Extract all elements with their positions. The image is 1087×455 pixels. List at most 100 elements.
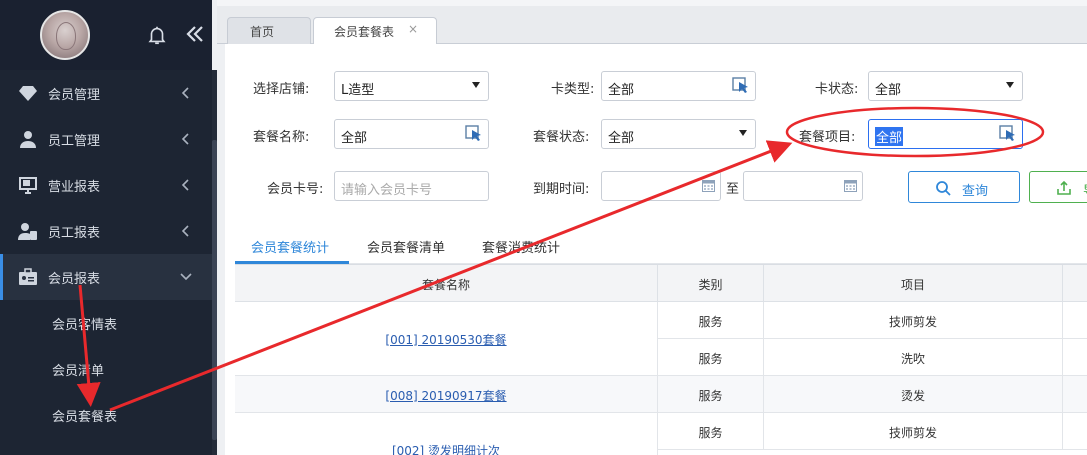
export-icon: [1057, 180, 1071, 195]
cell-text: 服务: [698, 315, 723, 329]
sidebar-subitem-label: 会员客情表: [52, 318, 118, 333]
sidebar-scrollbar-thumb[interactable]: [212, 140, 217, 440]
picker-icon[interactable]: [999, 125, 1017, 143]
package-link[interactable]: [001] 20190530套餐: [235, 331, 657, 348]
header-label: 套餐名称: [421, 278, 470, 292]
card-no-input[interactable]: 请输入会员卡号: [334, 171, 489, 201]
sidebar-item-business-report[interactable]: 营业报表: [0, 162, 212, 208]
cell-text: 技师剪发: [888, 315, 937, 329]
cell-text: 洗吹: [900, 352, 925, 366]
calendar-icon[interactable]: [702, 180, 715, 192]
table-cell-extra: [1063, 302, 1087, 339]
sidebar-item-label: 员工管理: [48, 134, 101, 149]
tab-bar: 首页 会员套餐表 ×: [217, 0, 1087, 45]
user-report-icon: [18, 223, 37, 240]
export-button[interactable]: 导: [1029, 171, 1087, 203]
table-cell-category: 服务: [658, 302, 764, 339]
column-header-extra: [1063, 265, 1087, 302]
chevron-left-icon: [181, 225, 189, 237]
table-cell-item: 技师剪发: [764, 413, 1063, 450]
sidebar-item-member-report[interactable]: 会员报表: [0, 254, 212, 300]
chevron-left-icon: [181, 179, 189, 191]
sidebar-item-label: 会员报表: [48, 272, 101, 287]
cell-text: 烫发: [900, 389, 925, 403]
package-item-label: 套餐项目:: [799, 130, 856, 145]
chevron-down-icon: [180, 273, 192, 281]
table-cell-category: 服务: [658, 376, 764, 413]
header-label: 类别: [698, 278, 723, 292]
subtab-package-list[interactable]: 会员套餐清单: [367, 237, 445, 256]
collapse-icon[interactable]: [183, 22, 207, 46]
card-type-field[interactable]: 全部: [601, 71, 756, 101]
chevron-left-icon: [181, 87, 189, 99]
table-cell-item: 技师剪发: [764, 302, 1063, 339]
store-label: 选择店铺:: [253, 82, 310, 97]
package-item-value: 全部: [875, 127, 904, 146]
sidebar: 会员管理 员工管理 营业报表 员工报表 会员报表 会员客情表 会员清单 会员套餐…: [0, 0, 212, 455]
picker-icon[interactable]: [732, 77, 750, 95]
caret-down-icon: [472, 82, 480, 88]
card-no-label: 会员卡号:: [267, 182, 324, 197]
package-status-value: 全部: [608, 131, 635, 146]
avatar[interactable]: [40, 10, 90, 60]
expire-end-input[interactable]: [743, 171, 863, 201]
column-header-package-name[interactable]: 套餐名称: [235, 265, 658, 302]
table-cell-package-name[interactable]: [002] 烫发明细计次: [235, 413, 658, 455]
subtab-package-consumption[interactable]: 套餐消费统计: [482, 237, 560, 256]
package-status-select[interactable]: 全部: [601, 119, 756, 149]
package-table: 套餐名称 类别 项目 [001] 20190530套餐 服务 技师剪发 服务 洗…: [235, 264, 1087, 455]
header-label: 项目: [900, 278, 925, 292]
caret-down-icon: [739, 130, 747, 136]
sidebar-subitem-member-list[interactable]: 会员清单: [0, 346, 212, 392]
sidebar-subitem-member-relations[interactable]: 会员客情表: [0, 300, 212, 346]
package-status-label: 套餐状态:: [533, 130, 590, 145]
card-type-value: 全部: [608, 83, 635, 98]
sidebar-header: [0, 0, 212, 70]
package-item-field[interactable]: 全部: [868, 119, 1023, 149]
table-cell-extra: [1063, 413, 1087, 450]
table-cell-package-name[interactable]: [008] 20190917套餐: [235, 376, 658, 413]
sidebar-item-label: 营业报表: [48, 180, 101, 195]
sidebar-subitem-label: 会员套餐表: [52, 410, 118, 425]
tab-home[interactable]: 首页: [227, 17, 311, 44]
sidebar-subitem-member-package[interactable]: 会员套餐表: [0, 392, 212, 438]
card-no-placeholder: 请输入会员卡号: [341, 183, 433, 198]
card-type-label: 卡类型:: [551, 82, 595, 97]
expire-label: 到期时间:: [533, 182, 590, 197]
caret-down-icon: [1006, 82, 1014, 88]
subtab-package-stats[interactable]: 会员套餐统计: [251, 237, 329, 256]
sidebar-item-member-management[interactable]: 会员管理: [0, 70, 212, 116]
store-select-value: L造型: [341, 83, 375, 98]
calendar-icon[interactable]: [844, 180, 857, 192]
query-button[interactable]: 查询: [908, 171, 1020, 203]
column-header-item[interactable]: 项目: [764, 265, 1063, 302]
sidebar-item-staff-management[interactable]: 员工管理: [0, 116, 212, 162]
picker-icon[interactable]: [465, 125, 483, 143]
main-content: 选择店铺: L造型 卡类型: 全部 卡状态: 全部 套餐名称: 全部 套餐状态:…: [225, 44, 1087, 455]
cell-text: 服务: [698, 352, 723, 366]
expire-to-label: 至: [726, 182, 740, 197]
tab-label: 首页: [250, 25, 275, 39]
package-link[interactable]: [002] 烫发明细计次: [235, 442, 657, 455]
table-cell-category: 服务: [658, 339, 764, 376]
table-cell-category: 服务: [658, 413, 764, 450]
report-subtabs: 会员套餐统计 会员套餐清单 套餐消费统计: [235, 230, 1087, 264]
table-cell-package-name[interactable]: [001] 20190530套餐: [235, 302, 658, 376]
package-link[interactable]: [008] 20190917套餐: [235, 387, 657, 404]
table-cell-extra: [1063, 339, 1087, 376]
cell-text: 技师剪发: [888, 426, 937, 440]
close-icon[interactable]: ×: [408, 22, 418, 36]
package-name-value: 全部: [341, 131, 368, 146]
card-status-value: 全部: [875, 83, 902, 98]
query-button-label: 查询: [962, 184, 989, 199]
table-cell-extra: [1063, 376, 1087, 413]
column-header-category[interactable]: 类别: [658, 265, 764, 302]
package-name-field[interactable]: 全部: [334, 119, 489, 149]
card-status-select[interactable]: 全部: [868, 71, 1023, 101]
bell-icon[interactable]: [146, 24, 168, 46]
tab-member-package[interactable]: 会员套餐表 ×: [313, 17, 437, 45]
sidebar-item-staff-report[interactable]: 员工报表: [0, 208, 212, 254]
expire-start-input[interactable]: [601, 171, 721, 201]
store-select[interactable]: L造型: [334, 71, 489, 101]
chevron-left-icon: [181, 133, 189, 145]
